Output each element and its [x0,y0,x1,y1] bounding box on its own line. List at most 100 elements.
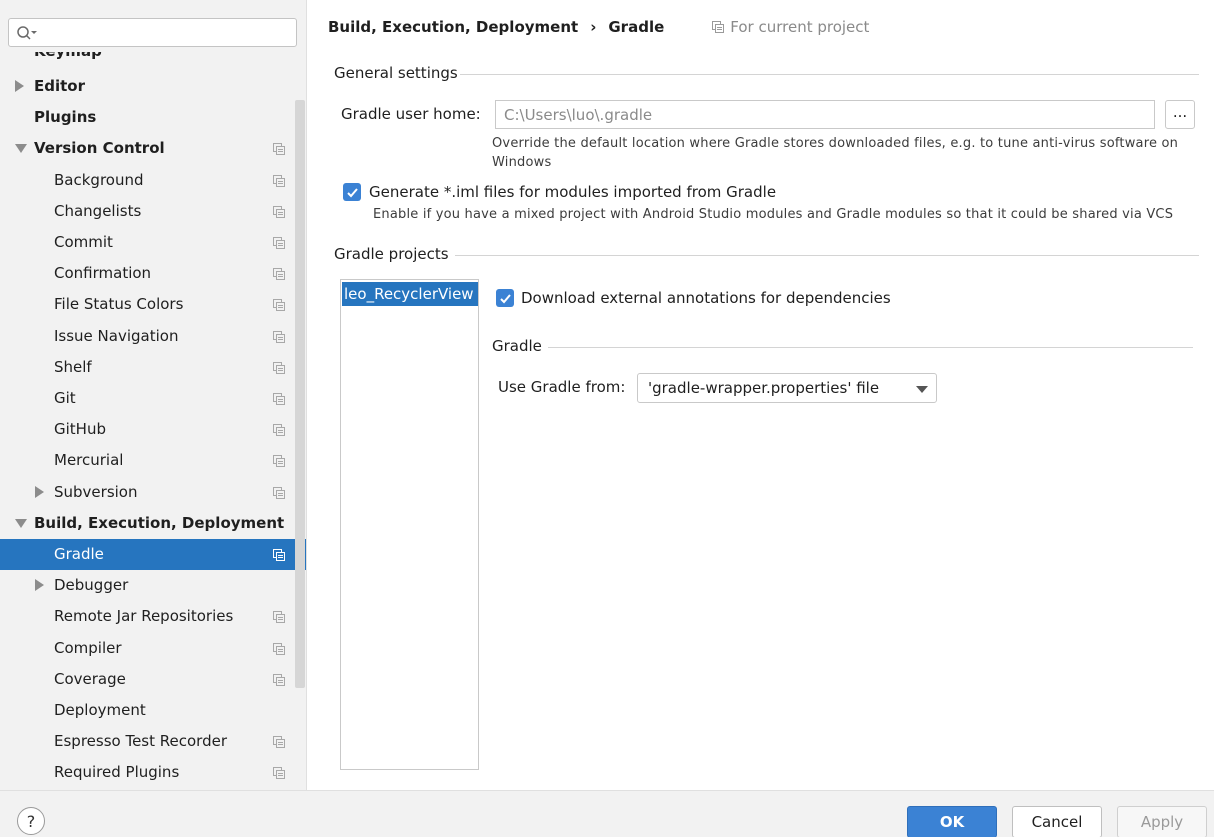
expand-arrow-down-icon[interactable] [15,519,27,528]
ok-button[interactable]: OK [907,806,997,837]
project-settings-icon [273,487,285,499]
sidebar-item-remote-jar-repositories[interactable]: Remote Jar Repositories [0,601,306,632]
project-scope-icon [712,21,725,33]
sidebar-item-label: Deployment [54,701,146,719]
sidebar-scrollbar[interactable] [295,100,305,688]
sidebar-item-shelf[interactable]: Shelf [0,352,306,383]
sidebar-item-github[interactable]: GitHub [0,414,306,445]
breadcrumb-separator: › [590,18,597,36]
project-settings-icon [273,736,285,748]
sidebar-item-issue-navigation[interactable]: Issue Navigation [0,321,306,352]
gradle-projects-title: Gradle projects [334,245,449,263]
project-settings-icon [273,424,285,436]
settings-search-field[interactable] [8,18,297,47]
project-settings-icon [273,299,285,311]
search-input[interactable] [41,22,291,43]
gradle-projects-list[interactable]: leo_RecyclerView [340,279,479,770]
gradle-user-home-hint-line1: Override the default location where Grad… [492,136,1179,151]
sidebar-item-espresso-test-recorder[interactable]: Espresso Test Recorder [0,726,306,757]
tree-item-cut-off: Keymap [34,52,114,64]
sidebar-item-mercurial[interactable]: Mercurial [0,445,306,476]
sidebar-item-debugger[interactable]: Debugger [0,570,306,601]
gradle-user-home-hint-line2: Windows [492,155,552,170]
sidebar-item-subversion[interactable]: Subversion [0,477,306,508]
sidebar-item-label: Background [54,171,144,189]
sidebar-item-label: Gradle [54,545,104,563]
apply-button[interactable]: Apply [1117,806,1207,837]
sidebar-item-label: Changelists [54,202,142,220]
sidebar-item-required-plugins[interactable]: Required Plugins [0,757,306,788]
sidebar-item-coverage[interactable]: Coverage [0,664,306,695]
sidebar-item-git[interactable]: Git [0,383,306,414]
gradle-section-divider [548,347,1193,348]
gradle-user-home-field[interactable] [495,100,1155,129]
expand-arrow-right-icon[interactable] [15,80,24,92]
sidebar-item-commit[interactable]: Commit [0,227,306,258]
project-settings-icon [273,143,285,155]
dialog-button-bar: ? OK Cancel Apply [0,790,1214,837]
sidebar-item-file-status-colors[interactable]: File Status Colors [0,289,306,320]
search-icon [17,26,37,40]
sidebar-item-confirmation[interactable]: Confirmation [0,258,306,289]
expand-arrow-right-icon[interactable] [35,486,44,498]
help-button[interactable]: ? [17,807,45,835]
project-settings-icon [273,611,285,623]
sidebar-item-label: Editor [34,77,85,95]
breadcrumb: Build, Execution, Deployment › Gradle Fo… [328,16,869,38]
expand-arrow-right-icon[interactable] [35,579,44,591]
breadcrumb-parent[interactable]: Build, Execution, Deployment [328,18,578,36]
sidebar-item-label: Commit [54,233,113,251]
sidebar-item-build-execution-deployment[interactable]: Build, Execution, Deployment [0,508,306,539]
gradle-projects-divider [455,255,1199,256]
download-annotations-checkbox[interactable] [496,289,514,307]
project-settings-icon [273,206,285,218]
sidebar-item-label: Build, Execution, Deployment [34,514,285,532]
sidebar-item-gradle[interactable]: Gradle [0,539,306,570]
sidebar-item-plugins[interactable]: Plugins [0,102,306,133]
cancel-button[interactable]: Cancel [1012,806,1102,837]
project-settings-icon [273,362,285,374]
download-annotations-label[interactable]: Download external annotations for depend… [521,289,891,307]
sidebar-item-editor[interactable]: Editor [0,71,306,102]
sidebar-item-label: Espresso Test Recorder [54,732,227,750]
project-settings-icon [273,393,285,405]
breadcrumb-current: Gradle [608,18,665,36]
generate-iml-hint: Enable if you have a mixed project with … [373,207,1174,222]
project-settings-icon [273,331,285,343]
generate-iml-checkbox[interactable] [343,183,361,201]
sidebar-item-label: File Status Colors [54,295,184,313]
expand-arrow-down-icon[interactable] [15,144,27,153]
sidebar-item-version-control[interactable]: Version Control [0,133,306,164]
checkmark-icon [499,293,511,303]
browse-button[interactable]: ... [1165,100,1195,129]
sidebar-item-label: Debugger [54,576,129,594]
sidebar-item-label: Mercurial [54,451,124,469]
general-settings-title: General settings [334,64,458,82]
gradle-user-home-label: Gradle user home: [341,105,481,123]
sidebar-item-background[interactable]: Background [0,165,306,196]
sidebar-item-label: Remote Jar Repositories [54,607,234,625]
checkmark-icon [346,187,358,197]
use-gradle-from-value: 'gradle-wrapper.properties' file [648,379,880,397]
tree-item-cut-off-label: Keymap [34,52,102,60]
project-list-item[interactable]: leo_RecyclerView [342,282,478,306]
scope-indicator: For current project [712,18,869,36]
sidebar-item-deployment[interactable]: Deployment [0,695,306,726]
scope-label: For current project [730,18,870,36]
sidebar-item-label: Shelf [54,358,92,376]
sidebar-item-label: Coverage [54,670,126,688]
dropdown-arrow-icon [916,386,928,393]
settings-sidebar: Keymap Editor Plugins Version Control Backg… [0,0,307,790]
gradle-section-title: Gradle [492,337,542,355]
sidebar-item-changelists[interactable]: Changelists [0,196,306,227]
use-gradle-from-dropdown[interactable]: 'gradle-wrapper.properties' file [637,373,937,403]
sidebar-item-label: Issue Navigation [54,327,179,345]
project-settings-icon [273,674,285,686]
generate-iml-label[interactable]: Generate *.iml files for modules importe… [369,183,776,201]
project-settings-icon [273,455,285,467]
sidebar-item-compiler[interactable]: Compiler [0,633,306,664]
sidebar-item-label: Compiler [54,639,122,657]
gradle-user-home-hint: Override the default location where Grad… [492,134,1192,172]
sidebar-item-label: Version Control [34,139,165,157]
sidebar-item-label: Plugins [34,108,97,126]
